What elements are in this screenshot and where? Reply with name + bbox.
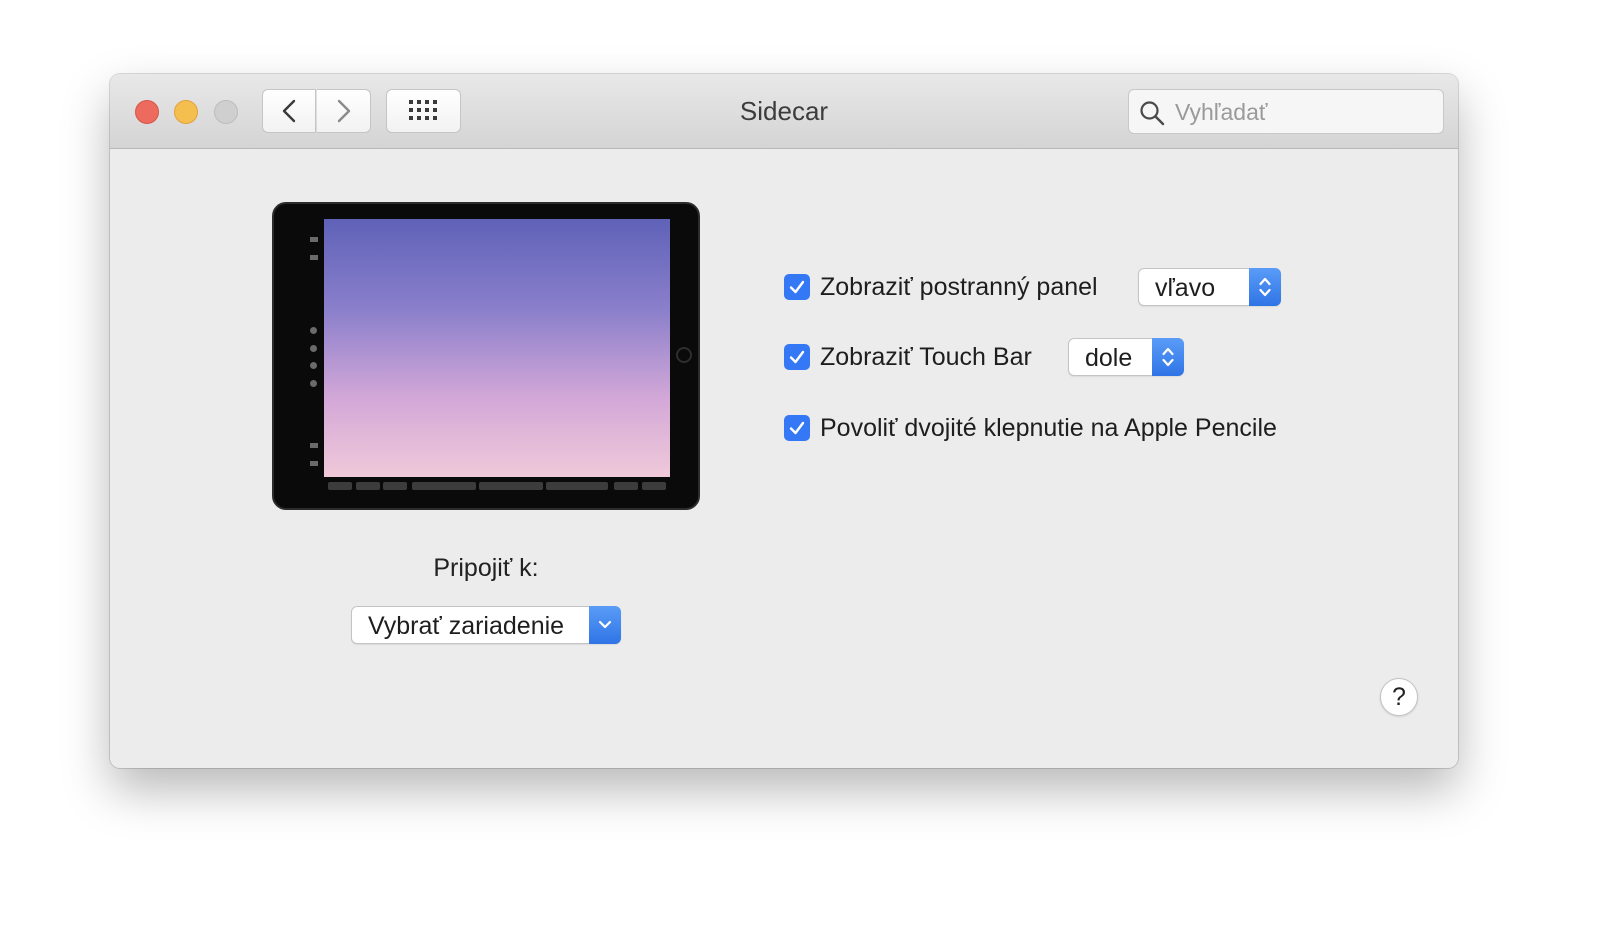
touchbar-checkbox[interactable] xyxy=(784,344,810,370)
sidebar-mark xyxy=(310,461,318,466)
touchbar-key xyxy=(614,482,638,490)
ipad-preview xyxy=(272,202,700,510)
sidebar-checkbox[interactable] xyxy=(784,274,810,300)
sidebar-position-popup[interactable]: vľavo xyxy=(1138,268,1281,306)
sidebar-mark xyxy=(310,443,318,448)
touchbar-key xyxy=(383,482,407,490)
pencil-option: Povoliť dvojité klepnutie na Apple Penci… xyxy=(784,408,1277,448)
touchbar-key xyxy=(546,482,608,490)
title-bar: Sidecar xyxy=(110,74,1458,149)
touchbar-key xyxy=(479,482,543,490)
touchbar-key xyxy=(328,482,352,490)
search-input[interactable] xyxy=(1173,96,1437,128)
checkmark-icon xyxy=(789,350,805,364)
help-button[interactable]: ? xyxy=(1380,678,1418,716)
touchbar-position-value: dole xyxy=(1085,344,1133,372)
touchbar-key xyxy=(356,482,380,490)
ipad-screen xyxy=(324,219,670,477)
home-button-icon xyxy=(676,347,692,363)
touchbar-position-popup[interactable]: dole xyxy=(1068,338,1184,376)
sidebar-position-value: vľavo xyxy=(1155,274,1216,302)
search-field[interactable] xyxy=(1128,89,1444,134)
popup-arrow xyxy=(589,606,621,644)
sidebar-mark xyxy=(310,237,318,242)
sidebar-label: Zobraziť postranný panel xyxy=(820,272,1098,301)
pencil-checkbox[interactable] xyxy=(784,415,810,441)
sidebar-mark xyxy=(310,255,318,260)
sidebar-mark xyxy=(310,345,317,352)
sidebar-option: Zobraziť postranný panel xyxy=(784,267,1098,307)
connect-label: Pripojiť k: xyxy=(433,554,539,582)
popup-arrow xyxy=(1152,338,1184,376)
device-popup-value: Vybrať zariadenie xyxy=(368,612,565,640)
chevron-down-icon xyxy=(598,620,612,629)
search-icon xyxy=(1140,101,1165,126)
sidebar-mark xyxy=(310,327,317,334)
checkmark-icon xyxy=(789,421,805,435)
up-down-chevron-icon xyxy=(1162,347,1174,367)
up-down-chevron-icon xyxy=(1259,277,1271,297)
preferences-window: Sidecar Pripojiť k: Vybrať zariade xyxy=(110,74,1458,768)
device-popup[interactable]: Vybrať zariadenie xyxy=(351,606,621,644)
touchbar-option: Zobraziť Touch Bar xyxy=(784,337,1032,377)
pencil-label: Povoliť dvojité klepnutie na Apple Penci… xyxy=(820,413,1277,442)
touchbar-key xyxy=(642,482,666,490)
sidebar-mark xyxy=(310,362,317,369)
checkmark-icon xyxy=(789,280,805,294)
sidebar-mark xyxy=(310,380,317,387)
touchbar-key xyxy=(412,482,476,490)
touchbar-label: Zobraziť Touch Bar xyxy=(820,342,1032,371)
popup-arrow xyxy=(1249,268,1281,306)
